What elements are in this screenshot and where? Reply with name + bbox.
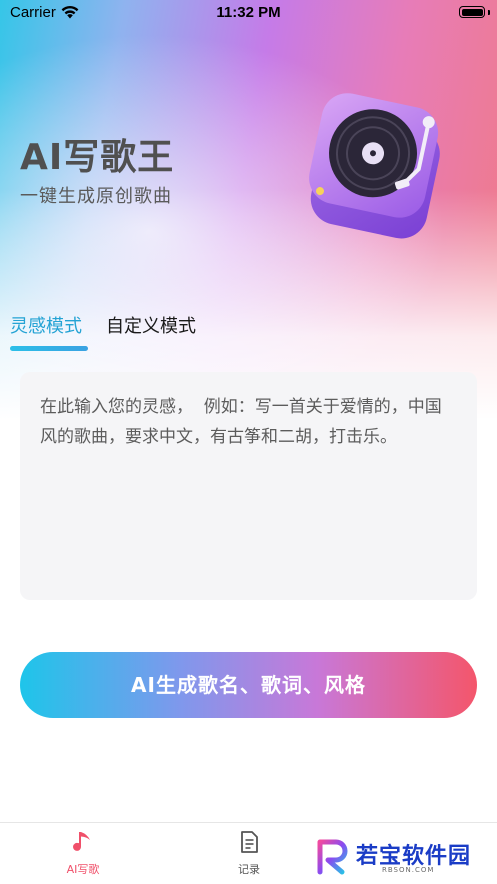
watermark: 若宝软件园 RBSON.COM <box>316 836 486 878</box>
tab-custom-mode[interactable]: 自定义模式 <box>106 312 196 338</box>
generate-button[interactable]: AI生成歌名、歌词、风格 <box>20 652 477 718</box>
watermark-logo <box>317 839 348 875</box>
app-title: AI写歌王 <box>20 137 175 178</box>
app-subtitle: 一键生成原创歌曲 <box>20 186 172 207</box>
music-note-icon <box>73 832 90 851</box>
status-time: 11:32 PM <box>216 4 281 21</box>
document-icon <box>241 831 258 853</box>
battery-icon <box>459 6 485 18</box>
tabbar-item-records[interactable]: 记录 <box>209 829 289 877</box>
tab-inspiration-mode[interactable]: 灵感模式 <box>10 312 82 338</box>
status-bar: Carrier 11:32 PM <box>0 0 497 26</box>
active-tab-indicator <box>10 346 88 351</box>
inspiration-input[interactable] <box>40 392 457 580</box>
watermark-subtext: RBSON.COM <box>382 866 435 874</box>
tabbar-label-records: 记录 <box>238 863 260 876</box>
battery-tip <box>488 10 490 15</box>
turntable-icon <box>309 93 440 239</box>
tabbar-item-ai-write[interactable]: AI写歌 <box>43 829 123 877</box>
prompt-container <box>20 372 477 600</box>
tabbar-label-ai-write: AI写歌 <box>66 863 100 876</box>
